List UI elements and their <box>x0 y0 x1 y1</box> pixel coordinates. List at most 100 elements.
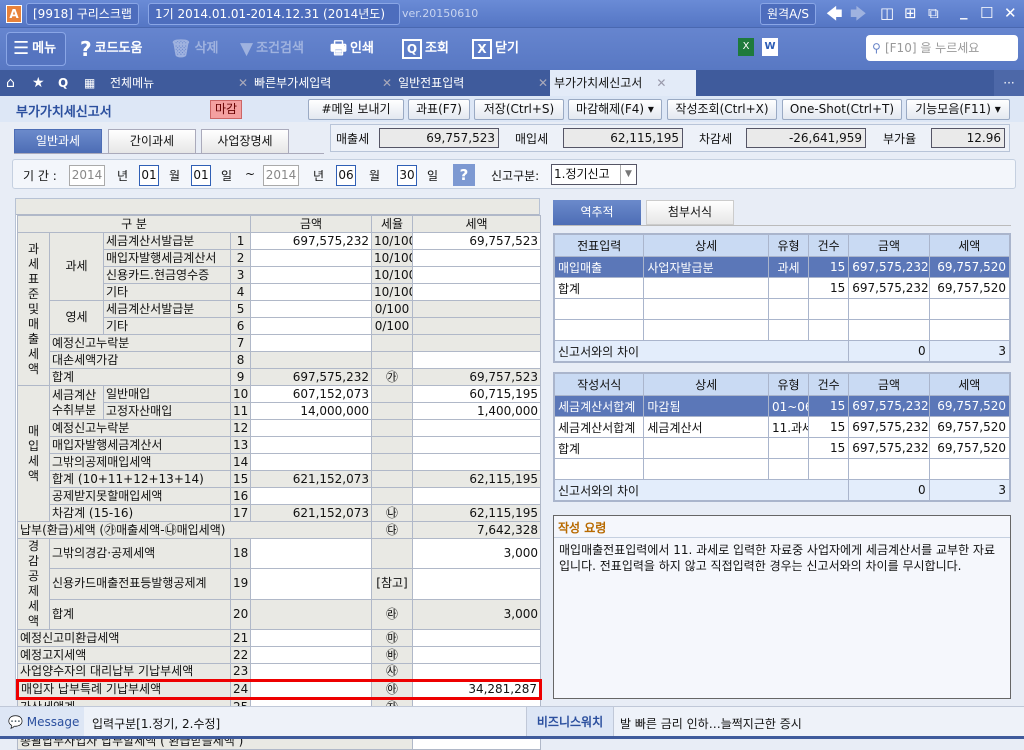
close-tab-icon[interactable]: ✕ <box>382 76 392 90</box>
table-row[interactable] <box>553 458 1011 480</box>
tax-amount-cell[interactable]: 60,715,195 <box>412 385 542 403</box>
tab-quick-vat-entry[interactable]: ✕ 빠른부가세입력 <box>238 70 382 96</box>
table-row[interactable]: 매입매출 사업자발급분 과세 15 697,575,232 69,757,520 <box>553 256 1011 278</box>
tax-amount-cell[interactable] <box>412 317 542 335</box>
tax-amount-cell[interactable]: 62,115,195 <box>412 470 542 488</box>
lookup-button[interactable]: Q 조회 <box>402 36 449 62</box>
amount-cell[interactable]: 621,152,073 <box>250 470 373 488</box>
tax-amount-cell[interactable]: 69,757,523 <box>412 368 542 386</box>
amount-cell[interactable] <box>250 679 373 700</box>
tab-back-trace[interactable]: 역추적 <box>553 200 641 225</box>
help-icon[interactable]: ? <box>453 164 475 186</box>
minimize-icon[interactable]: _ <box>960 2 968 20</box>
amount-cell[interactable] <box>250 283 373 301</box>
tax-amount-cell[interactable]: 34,281,287 <box>412 679 543 700</box>
tax-amount-cell[interactable] <box>412 266 542 284</box>
amount-cell[interactable]: 607,152,073 <box>250 385 373 403</box>
amount-cell[interactable] <box>250 317 373 335</box>
to-day-field[interactable]: 30 <box>397 165 417 186</box>
tax-amount-cell[interactable] <box>412 283 542 301</box>
amount-cell[interactable] <box>250 646 373 664</box>
tab-general-voucher[interactable]: ✕ 일반전표입력 <box>382 70 536 96</box>
word-icon[interactable]: W <box>762 38 778 56</box>
tax-amount-cell[interactable] <box>412 663 542 681</box>
news-ticker[interactable]: 발 빠른 금리 인하…늘쩍지근한 증시 <box>620 715 802 732</box>
back-icon[interactable]: 🡄 <box>826 3 843 30</box>
tab-attachments[interactable]: 첨부서식 <box>646 200 734 225</box>
period-selector[interactable]: 1기 2014.01.01-2014.12.31 (2014년도) <box>148 3 400 25</box>
table-row[interactable] <box>553 298 1011 320</box>
maximize-icon[interactable]: ☐ <box>980 4 993 22</box>
tax-amount-cell[interactable] <box>412 646 542 664</box>
from-month-field[interactable]: 01 <box>139 165 159 186</box>
amount-cell[interactable] <box>250 537 373 570</box>
report-type-select[interactable]: 1.정기신고 ▼ <box>551 164 637 185</box>
excel-icon[interactable]: X <box>738 38 754 56</box>
tab-general-taxation[interactable]: 일반과세 <box>14 129 102 154</box>
delete-button[interactable]: 🗑 삭제 <box>170 36 219 62</box>
grid-icon[interactable]: ⊞ <box>904 4 917 22</box>
tax-amount-cell[interactable] <box>412 453 542 471</box>
print-button[interactable]: 🖶 인쇄 <box>330 36 374 62</box>
menu-button[interactable]: ☰ 메뉴 <box>6 32 66 66</box>
amount-cell[interactable]: 621,152,073 <box>250 504 373 522</box>
tab-simplified-taxation[interactable]: 간이과세 <box>108 129 196 154</box>
close-tab-icon[interactable]: ✕ <box>238 76 248 90</box>
window-icon[interactable]: ⧉ <box>928 4 939 22</box>
amount-cell[interactable] <box>250 629 373 647</box>
table-row[interactable]: 합계 15 697,575,232 69,757,520 <box>553 277 1011 299</box>
amount-cell[interactable]: 14,000,000 <box>250 402 373 420</box>
filter-search-button[interactable]: ▼ 조건검색 <box>240 36 304 62</box>
tax-amount-cell[interactable]: 3,000 <box>412 598 542 631</box>
book-icon[interactable]: ◫ <box>880 4 894 22</box>
tab-all-menu[interactable]: 전체메뉴 <box>110 70 238 96</box>
unclose-dropdown-button[interactable]: 마감해제(F4) ▾ <box>568 99 662 120</box>
tax-amount-cell[interactable] <box>412 629 542 647</box>
tax-amount-cell[interactable] <box>412 351 542 369</box>
amount-cell[interactable] <box>250 663 373 681</box>
amount-cell[interactable] <box>250 266 373 284</box>
amount-cell[interactable] <box>250 351 373 369</box>
tax-amount-cell[interactable]: 62,115,195 <box>412 504 542 522</box>
functions-dropdown-button[interactable]: 기능모음(F11) ▾ <box>906 99 1010 120</box>
amount-cell[interactable] <box>250 419 373 437</box>
amount-cell[interactable] <box>250 436 373 454</box>
one-shot-button[interactable]: One-Shot(Ctrl+T) <box>782 99 902 120</box>
close-window-icon[interactable]: ✕ <box>1004 4 1017 22</box>
calendar-icon[interactable]: ▦ <box>84 70 95 96</box>
lookup-written-button[interactable]: 작성조회(Ctrl+X) <box>667 99 777 120</box>
star-icon[interactable]: ★ <box>32 70 45 96</box>
tab-vat-return[interactable]: 부가가치세신고서 ✕ <box>550 70 696 96</box>
from-day-field[interactable]: 01 <box>191 165 211 186</box>
menu-search-input[interactable]: ⚲ [F10] 을 누르세요 <box>866 35 1018 61</box>
remote-support-button[interactable]: 원격A/S <box>760 3 816 25</box>
amount-cell[interactable] <box>250 453 373 471</box>
amount-cell[interactable] <box>250 300 373 318</box>
code-help-button[interactable]: ? 코드도움 <box>80 36 142 62</box>
tax-amount-cell[interactable] <box>412 300 542 318</box>
company-selector[interactable]: [9918] 구리스크랩 <box>26 3 139 25</box>
tax-amount-cell[interactable] <box>412 568 542 600</box>
tax-amount-cell[interactable] <box>412 436 542 454</box>
quick-search-icon[interactable]: Q <box>58 70 68 96</box>
close-button[interactable]: X 닫기 <box>472 36 519 62</box>
tax-amount-cell[interactable] <box>412 487 542 505</box>
tax-amount-cell[interactable]: 1,400,000 <box>412 402 542 420</box>
amount-cell[interactable] <box>250 598 373 631</box>
tax-amount-cell[interactable] <box>412 249 542 267</box>
table-row[interactable]: 합계 15 697,575,232 69,757,520 <box>553 437 1011 459</box>
save-button[interactable]: 저장(Ctrl+S) <box>474 99 564 120</box>
table-row[interactable]: 세금계산서합계마감됨01~06월15697,575,23269,757,520 <box>553 395 1011 417</box>
amount-cell[interactable] <box>250 568 373 600</box>
amount-cell[interactable]: 697,575,232 <box>250 232 373 250</box>
home-icon[interactable]: ⌂ <box>6 70 15 96</box>
send-mail-button[interactable]: #메일 보내기 <box>308 99 404 120</box>
tax-amount-cell[interactable] <box>412 334 542 352</box>
tax-amount-cell[interactable] <box>412 419 542 437</box>
table-row[interactable] <box>553 319 1011 341</box>
amount-cell[interactable] <box>250 487 373 505</box>
tab-business-site-details[interactable]: 사업장명세 <box>201 129 289 154</box>
tax-amount-cell[interactable]: 3,000 <box>412 537 542 570</box>
tax-base-button[interactable]: 과표(F7) <box>408 99 470 120</box>
message-button[interactable]: 💬 Message <box>0 707 84 738</box>
